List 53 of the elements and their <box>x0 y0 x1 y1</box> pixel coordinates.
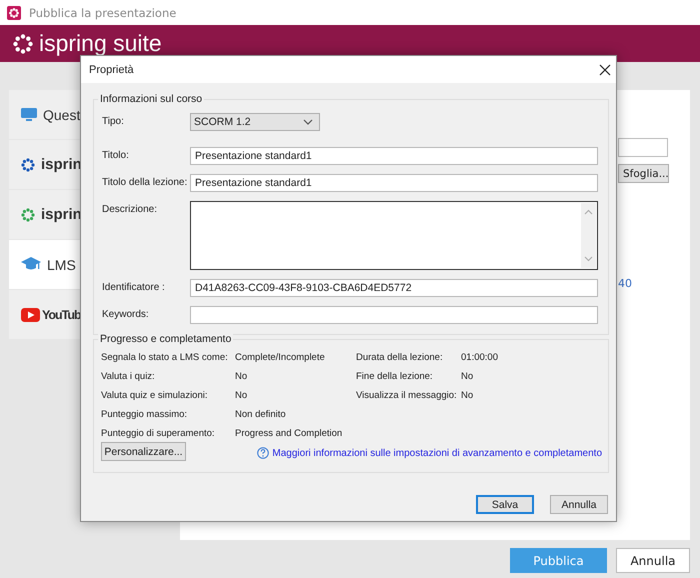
text-field[interactable]: D41A8263-CC09-43F8-9103-CBA6D4ED5772 <box>190 279 598 297</box>
setting-label: Visualizza il messaggio: <box>356 389 458 403</box>
window-title: Pubblica la presentazione <box>29 6 176 20</box>
setting-label: Valuta i quiz: <box>101 370 156 384</box>
browse-button[interactable]: Sfoglia... <box>618 164 669 183</box>
setting-value: No <box>461 389 474 403</box>
cancel-button[interactable]: Annulla <box>550 495 608 514</box>
field-label: Titolo: <box>102 149 130 161</box>
scroll-down-icon <box>584 256 593 262</box>
help-link[interactable]: Maggiori informazioni sulle impostazioni di avanzamento e completamento <box>272 448 602 458</box>
setting-label: Valuta quiz e simulazioni: <box>101 389 208 403</box>
dialog-title: Proprietà <box>89 64 134 76</box>
group-title: Progresso e completamento <box>98 333 234 346</box>
setting-label: Segnala lo stato a LMS come: <box>101 351 229 365</box>
close-icon <box>599 64 611 76</box>
scroll-up-icon <box>584 209 593 215</box>
sparkle-logo-icon <box>21 208 35 222</box>
cancel-button[interactable]: Annulla <box>616 548 690 573</box>
sparkle-logo-icon <box>12 32 34 54</box>
play-logo-icon <box>21 308 40 322</box>
setting-label: Punteggio di superamento: <box>101 427 216 441</box>
customize-button[interactable]: Personalizzare... <box>101 442 186 461</box>
text-field[interactable]: Presentazione standard1 <box>190 147 598 165</box>
text-field[interactable] <box>190 306 598 324</box>
field-label: Identificatore : <box>102 281 166 293</box>
app-icon <box>7 6 21 20</box>
field-label: Descrizione: <box>102 203 158 215</box>
graduation-cap-icon <box>21 257 41 272</box>
setting-value: No <box>235 389 248 403</box>
path-field[interactable] <box>618 138 668 157</box>
text-field[interactable]: Presentazione standard1 <box>190 174 598 192</box>
logo-text: ispring suite <box>39 30 162 57</box>
field-label: Keywords: <box>102 308 150 320</box>
setting-value: No <box>235 370 248 384</box>
monitor-icon <box>21 108 37 122</box>
save-button[interactable]: Salva <box>476 495 534 514</box>
description-field[interactable] <box>190 201 598 270</box>
field-label: Titolo della lezione: <box>102 176 188 188</box>
setting-value: Non definito <box>235 408 287 422</box>
setting-label: Durata della lezione: <box>356 351 444 365</box>
setting-value: No <box>461 370 474 384</box>
help-icon <box>257 447 270 459</box>
setting-value: 01:00:00 <box>461 351 499 365</box>
field-label: Tipo: <box>102 115 125 127</box>
setting-value: Progress and Completion <box>235 427 344 441</box>
setting-label: Fine della lezione: <box>356 370 434 384</box>
setting-label: Punteggio massimo: <box>101 408 188 422</box>
sparkle-logo-icon <box>21 158 35 172</box>
scrollbar[interactable] <box>581 203 596 268</box>
chevron-down-icon <box>303 119 313 125</box>
link-text[interactable]: 40 <box>618 277 632 290</box>
type-dropdown[interactable]: SCORM 1.2 <box>190 113 320 131</box>
setting-value: Complete/Incomplete <box>235 351 326 365</box>
